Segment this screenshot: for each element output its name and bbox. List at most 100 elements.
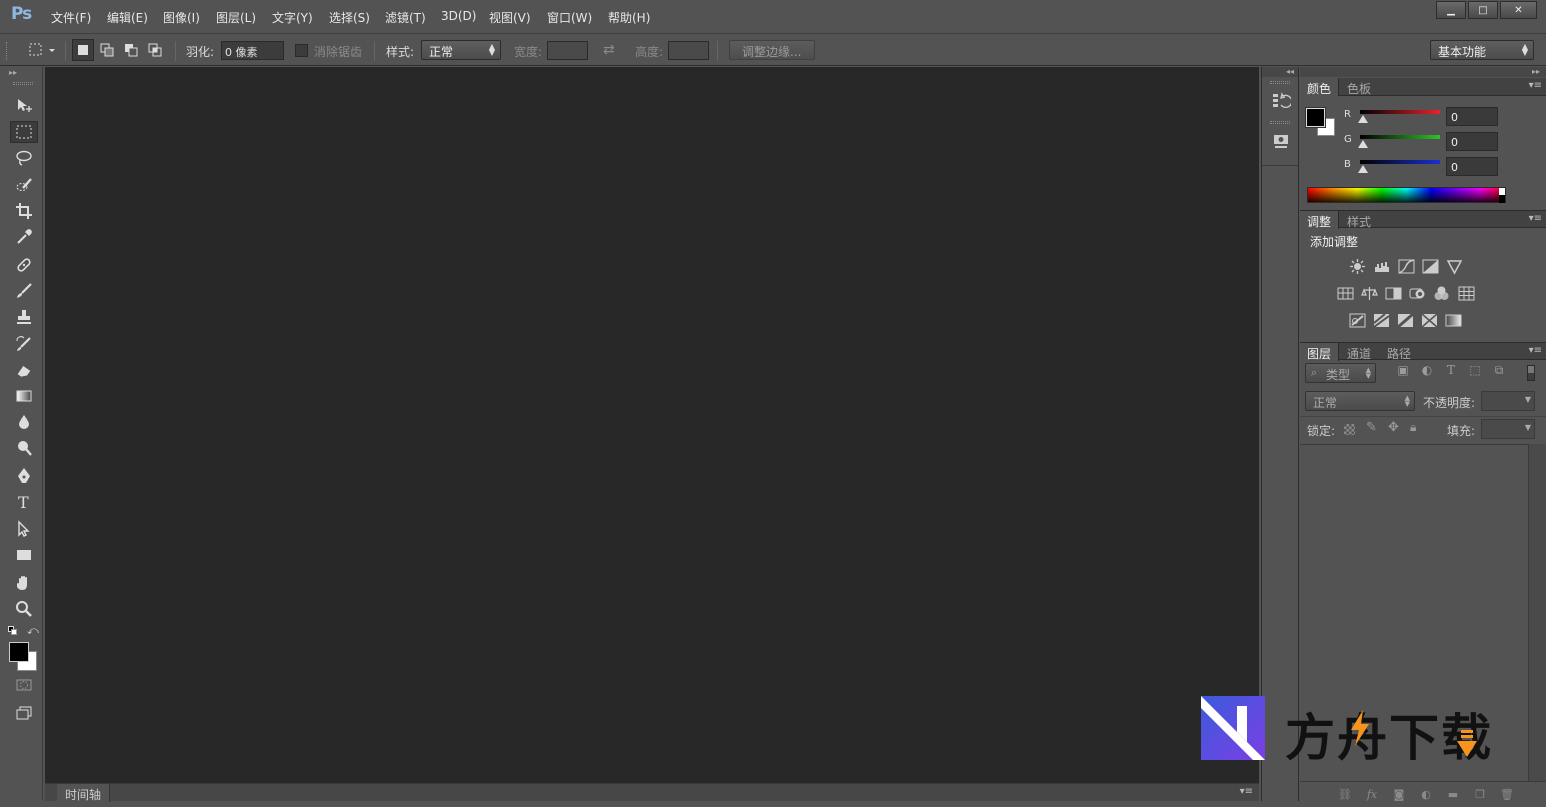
new-selection-button[interactable]	[72, 39, 94, 61]
menu-3d[interactable]: 3D(D)	[441, 9, 476, 23]
path-selection-tool[interactable]	[10, 518, 38, 540]
invert-icon[interactable]	[1348, 311, 1366, 329]
quick-mask-button[interactable]	[10, 674, 38, 696]
swap-colors-icon[interactable]: ⤺	[27, 624, 39, 638]
quick-selection-tool[interactable]	[10, 174, 38, 196]
lock-transparent-icon[interactable]	[1344, 424, 1355, 435]
panel-menu-icon[interactable]: ▾≡	[1529, 213, 1542, 224]
black-white-icon[interactable]	[1384, 284, 1402, 302]
curves-icon[interactable]	[1397, 257, 1415, 275]
new-layer-icon[interactable]: ❐	[1473, 788, 1487, 801]
color-balance-icon[interactable]	[1360, 284, 1378, 302]
menu-select[interactable]: 选择(S)	[329, 9, 370, 26]
foreground-color-swatch[interactable]	[9, 642, 29, 662]
filter-toggle-switch[interactable]	[1527, 365, 1535, 381]
width-input[interactable]	[547, 41, 588, 60]
layer-kind-filter[interactable]: ⌕ 类型 ▲ ▼	[1305, 363, 1376, 383]
tab-layers[interactable]: 图层	[1300, 343, 1340, 361]
brush-tool[interactable]	[10, 280, 38, 302]
vibrance-icon[interactable]	[1445, 257, 1463, 275]
channel-r-thumb[interactable]	[1358, 115, 1368, 123]
eyedropper-tool[interactable]	[10, 226, 38, 248]
hue-saturation-icon[interactable]	[1336, 284, 1354, 302]
subtract-selection-button[interactable]	[120, 39, 142, 61]
new-adjustment-icon[interactable]: ◐	[1419, 788, 1433, 801]
levels-icon[interactable]	[1373, 257, 1391, 275]
default-colors-icon[interactable]	[8, 626, 18, 636]
color-spectrum-bar[interactable]	[1307, 187, 1506, 203]
menu-type[interactable]: 文字(Y)	[272, 9, 313, 26]
menu-view[interactable]: 视图(V)	[489, 9, 531, 26]
trash-icon[interactable]: 🗑︎	[1500, 788, 1514, 801]
document-canvas[interactable]	[45, 67, 1259, 783]
fill-input[interactable]: ▼	[1481, 419, 1535, 439]
screen-mode-button[interactable]	[10, 702, 38, 724]
new-group-icon[interactable]: ▬	[1446, 788, 1460, 801]
antialias-checkbox[interactable]	[295, 44, 308, 57]
panel-menu-icon[interactable]: ▾≡	[1529, 80, 1542, 91]
type-tool[interactable]: T	[10, 491, 38, 513]
eraser-tool[interactable]	[10, 359, 38, 381]
exposure-icon[interactable]	[1421, 257, 1439, 275]
tool-preset-picker[interactable]	[24, 39, 60, 61]
swap-dimensions-icon[interactable]: ⇄	[603, 42, 615, 58]
hand-tool[interactable]	[10, 572, 38, 594]
tab-timeline[interactable]: 时间轴	[57, 784, 111, 802]
panel-menu-icon[interactable]: ▾≡	[1529, 345, 1542, 356]
brightness-icon[interactable]	[1348, 257, 1366, 275]
expand-dock-icon[interactable]: ◂◂	[1262, 67, 1298, 77]
opacity-input[interactable]: ▼	[1481, 391, 1535, 411]
channel-g-slider[interactable]	[1360, 135, 1440, 139]
lock-pixels-brush-icon[interactable]: ✎	[1366, 420, 1377, 435]
channel-b-thumb[interactable]	[1358, 165, 1368, 173]
history-panel-icon[interactable]	[1271, 91, 1293, 111]
photo-filter-icon[interactable]	[1408, 284, 1426, 302]
menu-help[interactable]: 帮助(H)	[608, 9, 650, 26]
channel-b-input[interactable]: 0	[1446, 157, 1498, 176]
menu-layer[interactable]: 图层(L)	[216, 9, 256, 26]
blur-tool[interactable]	[10, 411, 38, 433]
zoom-tool[interactable]	[10, 598, 38, 620]
workspace-select[interactable]: 基本功能 ▲ ▼	[1430, 40, 1534, 60]
properties-panel-icon[interactable]	[1271, 131, 1291, 151]
tab-styles[interactable]: 样式	[1340, 211, 1378, 229]
selective-color-icon[interactable]	[1420, 311, 1438, 329]
move-tool[interactable]	[10, 95, 38, 117]
tab-adjustments[interactable]: 调整	[1300, 211, 1340, 229]
channel-b-slider[interactable]	[1360, 160, 1440, 164]
collapse-panels-icon[interactable]: ▸▸	[1300, 67, 1546, 77]
height-input[interactable]	[668, 41, 709, 60]
rectangle-tool[interactable]	[10, 544, 38, 566]
options-grip[interactable]	[6, 42, 10, 60]
add-selection-button[interactable]	[96, 39, 118, 61]
channel-g-thumb[interactable]	[1358, 140, 1368, 148]
add-mask-icon[interactable]: ◙	[1392, 788, 1406, 801]
refine-edge-button[interactable]: 调整边缘...	[729, 40, 815, 60]
link-layers-icon[interactable]: ⛓︎	[1338, 788, 1352, 801]
color-lookup-icon[interactable]	[1457, 284, 1475, 302]
menu-filter[interactable]: 滤镜(T)	[385, 9, 426, 26]
filter-smart-object-icon[interactable]: ⧉	[1492, 363, 1506, 377]
channel-g-input[interactable]: 0	[1446, 132, 1498, 151]
menu-window[interactable]: 窗口(W)	[547, 9, 592, 26]
blend-mode-select[interactable]: 正常 ▲ ▼	[1305, 391, 1415, 411]
filter-type-icon[interactable]: T	[1444, 363, 1458, 377]
tab-swatches[interactable]: 色板	[1340, 78, 1378, 96]
foreground-color-swatch[interactable]	[1305, 107, 1326, 128]
lasso-tool[interactable]	[10, 147, 38, 169]
tab-color[interactable]: 颜色	[1300, 78, 1340, 96]
channel-r-slider[interactable]	[1360, 110, 1440, 114]
layers-scrollbar[interactable]	[1528, 444, 1546, 781]
gradient-map-icon[interactable]	[1444, 311, 1462, 329]
threshold-icon[interactable]	[1396, 311, 1414, 329]
tab-channels[interactable]: 通道	[1340, 343, 1378, 361]
crop-tool[interactable]	[10, 200, 38, 222]
tab-paths[interactable]: 路径	[1380, 343, 1418, 361]
healing-brush-tool[interactable]	[10, 254, 38, 276]
lock-all-icon[interactable]: 🔒︎	[1410, 420, 1416, 435]
menu-file[interactable]: 文件(F)	[51, 9, 91, 26]
menu-edit[interactable]: 编辑(E)	[107, 9, 148, 26]
channel-mixer-icon[interactable]	[1432, 284, 1450, 302]
history-brush-tool[interactable]	[10, 333, 38, 355]
maximize-button[interactable]: □	[1468, 1, 1498, 19]
